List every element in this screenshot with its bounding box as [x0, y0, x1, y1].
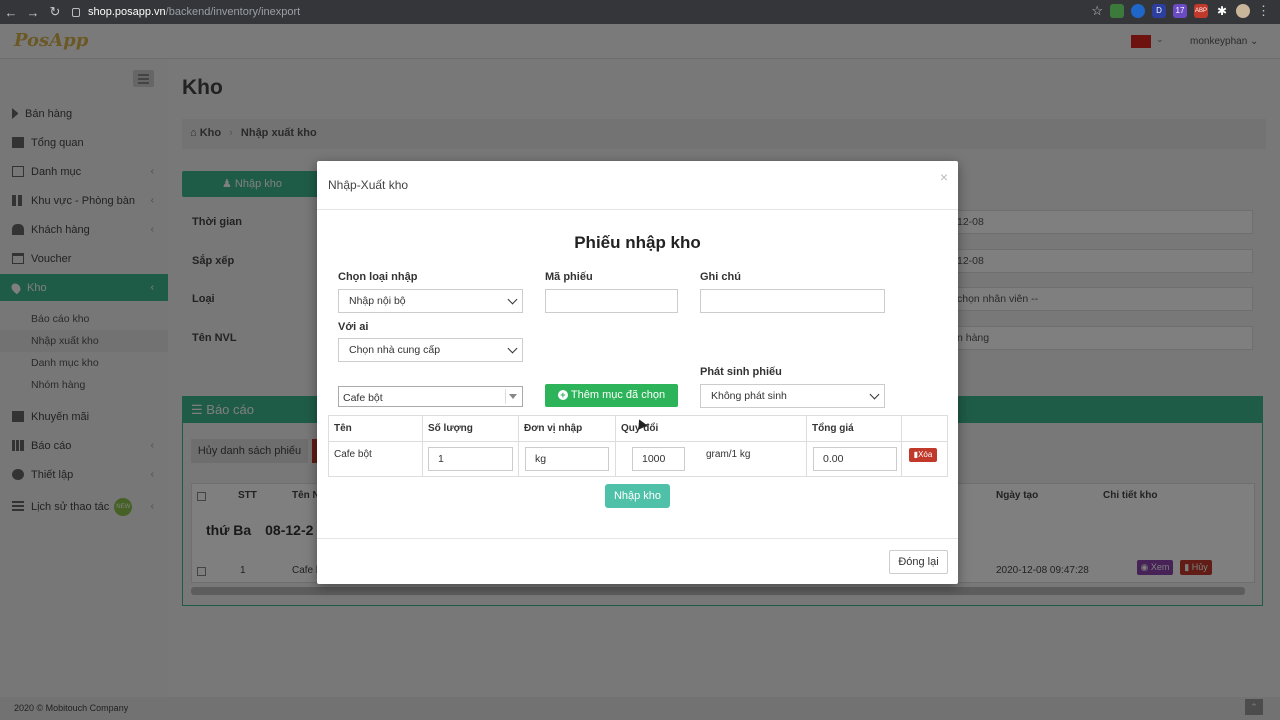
delete-item-button[interactable]: ▮Xóa [909, 448, 937, 462]
adblock-icon[interactable]: ABP [1194, 4, 1208, 18]
address-bar[interactable]: shop.posapp.vn/backend/inventory/inexpor… [72, 6, 300, 18]
partner-select[interactable]: Chọn nhà cung cấp [338, 338, 523, 362]
note-label: Ghi chú [700, 271, 741, 283]
code-input[interactable] [545, 289, 678, 313]
item-actions-cell: ▮Xóa [902, 442, 948, 477]
url-path: /backend/inventory/inexport [165, 6, 301, 18]
dropdown-arrow-icon [509, 394, 517, 399]
forward-icon[interactable]: → [22, 5, 44, 20]
menu-dots-icon[interactable]: ⋮ [1257, 3, 1270, 19]
column-header-unit: Đơn vị nhập [519, 416, 616, 442]
chevron-down-icon [507, 343, 518, 354]
item-unit-input[interactable]: kg [525, 447, 609, 471]
note-input[interactable] [700, 289, 885, 313]
submit-import-button[interactable]: Nhập kho [605, 484, 670, 508]
type-select[interactable]: Nhập nội bộ [338, 289, 523, 313]
partner-select-value: Chọn nhà cung cấp [349, 344, 441, 356]
generate-select-value: Không phát sinh [711, 390, 787, 402]
partner-label: Với ai [338, 321, 369, 333]
item-unit-cell: kg [519, 442, 616, 477]
chevron-down-icon [507, 294, 518, 305]
browser-toolbar: ← → ↻ shop.posapp.vn/backend/inventory/i… [0, 0, 1280, 24]
profile-avatar[interactable] [1236, 4, 1250, 18]
column-header-actions [902, 416, 948, 442]
close-button[interactable]: Đóng lại [889, 550, 948, 574]
item-convert-cell: 1000 gram/1 kg [616, 442, 807, 477]
column-header-qty: Số lượng [423, 416, 519, 442]
generate-select[interactable]: Không phát sinh [700, 384, 885, 408]
chevron-down-icon [869, 389, 880, 400]
material-combobox-value: Cafe bột [343, 392, 383, 404]
add-selected-button[interactable]: + Thêm mục đã chọn [545, 384, 678, 407]
column-header-total: Tổng giá [807, 416, 902, 442]
extension-leaf-icon[interactable] [1110, 4, 1124, 18]
item-convert-unit: gram/1 kg [706, 449, 751, 460]
item-total-cell: 0.00 [807, 442, 902, 477]
extension-d-icon[interactable]: D [1152, 4, 1166, 18]
inventory-modal: Nhập-Xuất kho × Phiếu nhập kho Chọn loại… [317, 161, 958, 584]
item-convert-input[interactable]: 1000 [632, 447, 685, 471]
form-title: Phiếu nhập kho [574, 233, 701, 252]
modal-title: Nhập-Xuất kho [328, 178, 409, 192]
reload-icon[interactable]: ↻ [44, 4, 66, 20]
combobox-divider [505, 389, 506, 404]
delete-item-label: Xóa [918, 450, 933, 459]
item-qty-input[interactable]: 1 [428, 447, 513, 471]
type-select-value: Nhập nội bộ [349, 295, 406, 307]
extension-circle-icon[interactable] [1131, 4, 1145, 18]
lock-icon [72, 7, 80, 17]
extension-badge-icon[interactable]: 17 [1173, 4, 1187, 18]
item-qty-cell: 1 [423, 442, 519, 477]
column-header-name: Tên [329, 416, 423, 442]
code-label: Mã phiếu [545, 271, 593, 283]
material-combobox[interactable]: Cafe bột [338, 386, 523, 407]
puzzle-icon[interactable]: ✱ [1215, 4, 1229, 18]
bookmark-star-icon[interactable]: ☆ [1091, 3, 1103, 19]
add-selected-label: Thêm mục đã chọn [570, 389, 666, 401]
close-icon[interactable]: × [940, 169, 948, 185]
type-label: Chọn loại nhập [338, 271, 418, 283]
plus-circle-icon: + [557, 390, 568, 400]
back-icon[interactable]: ← [0, 5, 22, 20]
url-host: shop.posapp.vn [88, 6, 166, 18]
item-name: Cafe bột [329, 442, 423, 477]
modal-footer: Đóng lại [317, 538, 958, 584]
generate-label: Phát sinh phiếu [700, 366, 782, 378]
item-total-input[interactable]: 0.00 [813, 447, 897, 471]
modal-header: Nhập-Xuất kho [317, 161, 958, 210]
